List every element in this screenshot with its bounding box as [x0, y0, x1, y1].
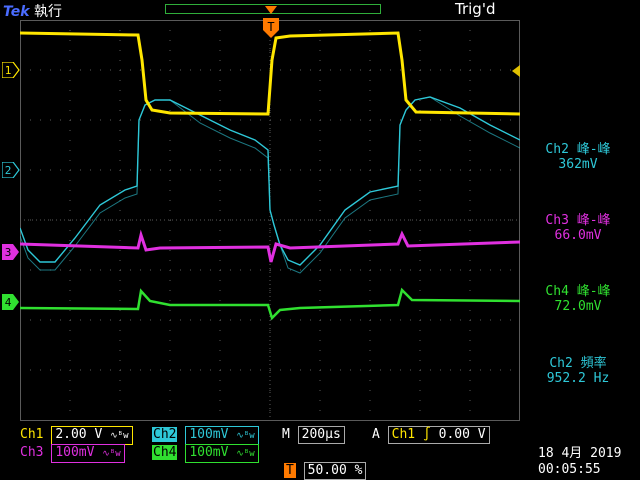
trigger-level-indicator[interactable] [510, 64, 522, 78]
timebase-value: 200µs [297, 426, 345, 444]
bandwidth-limit-icon: ∿ᴮw [236, 449, 255, 459]
date-time: 18 4月 2019 00:05:55 [538, 446, 621, 478]
trigger-position-value: 50.00 % [303, 462, 367, 480]
measurement-value: 952.2 Hz [546, 371, 610, 386]
measurement-value: 72.0mV [554, 299, 602, 314]
measurement-ch2-pk2pk[interactable]: Ch2 峰-峰 362mV [518, 142, 638, 172]
waveform-display[interactable] [20, 20, 520, 424]
measurement-ch3-pk2pk[interactable]: Ch3 峰-峰 66.0mV [518, 213, 638, 243]
ch4-scale: 100mV [189, 445, 229, 460]
ch4-label: Ch4 [152, 445, 178, 460]
ch1-ground-marker[interactable]: 1 [2, 62, 20, 78]
brand-and-run-state: Tek 執行 [3, 1, 62, 21]
svg-text:4: 4 [5, 296, 12, 309]
tek-logo: Tek [3, 4, 30, 20]
svg-text:T: T [267, 20, 274, 34]
measurement-title: Ch4 峰-峰 [545, 284, 611, 299]
bandwidth-limit-icon: ∿ᴮw [110, 431, 129, 441]
ch3-settings[interactable]: Ch3 100mV ∿ᴮw [20, 444, 125, 463]
ch3-label: Ch3 [20, 445, 44, 460]
trigger-mode: A [372, 427, 380, 442]
ch3-ground-marker[interactable]: 3 [2, 244, 20, 260]
ch2-settings[interactable]: Ch2 100mV ∿ᴮw [152, 426, 259, 445]
trigger-position-marker[interactable]: T [262, 0, 280, 42]
measurement-ch2-frequency[interactable]: Ch2 頻率 952.2 Hz [518, 356, 638, 386]
measurement-title: Ch2 峰-峰 [545, 142, 611, 157]
trigger-slope-icon: ∫ [422, 427, 431, 442]
ch1-settings[interactable]: Ch1 2.00 V ∿ᴮw [20, 426, 133, 445]
trigger-level: 0.00 V [438, 427, 486, 442]
run-state: 執行 [34, 4, 63, 20]
trigger-position-readout[interactable]: T 50.00 % [284, 462, 367, 480]
bandwidth-limit-icon: ∿ᴮw [102, 449, 121, 459]
svg-text:2: 2 [5, 164, 12, 177]
trigger-position-icon: T [284, 463, 296, 478]
trigger-status: Trig'd [455, 0, 496, 18]
ch4-ground-marker[interactable]: 4 [2, 294, 20, 310]
ch3-scale: 100mV [55, 445, 95, 460]
ch4-settings[interactable]: Ch4 100mV ∿ᴮw [152, 444, 259, 463]
timebase-settings[interactable]: M 200µs [282, 426, 345, 444]
ch2-ground-marker[interactable]: 2 [2, 162, 20, 178]
time: 00:05:55 [538, 462, 601, 477]
measurement-ch4-pk2pk[interactable]: Ch4 峰-峰 72.0mV [518, 284, 638, 314]
svg-text:3: 3 [5, 246, 12, 259]
bandwidth-limit-icon: ∿ᴮw [236, 431, 255, 441]
trigger-source: Ch1 [391, 427, 416, 442]
trigger-settings[interactable]: A Ch1 ∫ 0.00 V [372, 426, 490, 444]
date: 18 4月 2019 [538, 446, 622, 461]
ch1-label: Ch1 [20, 427, 44, 442]
timebase-label: M [282, 427, 290, 442]
measurement-title: Ch2 頻率 [549, 356, 607, 371]
ch2-scale: 100mV [189, 427, 229, 442]
ch1-scale: 2.00 V [55, 427, 103, 442]
measurement-value: 362mV [558, 157, 598, 172]
svg-text:1: 1 [5, 64, 12, 77]
measurement-value: 66.0mV [554, 228, 602, 243]
ch2-label: Ch2 [152, 427, 178, 442]
measurement-title: Ch3 峰-峰 [545, 213, 611, 228]
